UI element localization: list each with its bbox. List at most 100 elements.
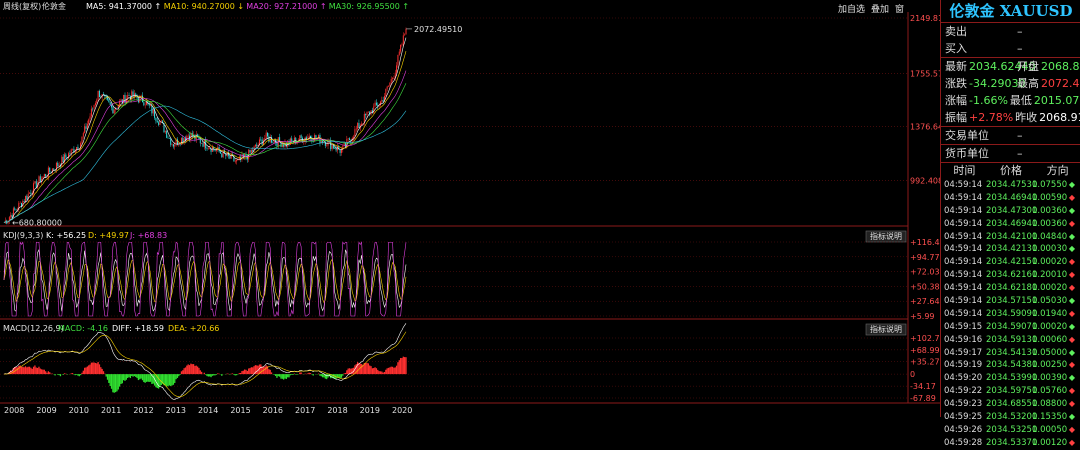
year-label-2019: 2019 <box>360 406 380 415</box>
chart-area[interactable]: 周线(复权) 伦敦金 MA5: 941.37000 ↑ MA10: 940.270… <box>0 0 940 417</box>
arrow-down-icon: ◆ <box>1068 399 1076 409</box>
trade-row: 04:59:28 2034.53370 1.00120 ◆ <box>941 437 1080 450</box>
trade-volume: 1.00390 <box>1032 373 1068 384</box>
trade-time: 04:59:17 <box>944 347 983 358</box>
trade-time: 04:59:14 <box>944 231 983 242</box>
trade-time: 04:59:28 <box>944 437 983 448</box>
add-watchlist-button[interactable]: 加自选 <box>838 2 865 15</box>
arrow-up-icon: ◆ <box>1068 373 1076 383</box>
trade-row: 04:59:14 2034.46940 1.00590 ◆ <box>941 192 1080 205</box>
quote-label: 最低 <box>1009 94 1032 107</box>
quote-label: 昨收 <box>1015 111 1038 124</box>
trade-time: 04:59:14 <box>944 270 983 281</box>
price-tick-0: 2149.811 <box>910 14 940 23</box>
macd-tick-0: +102.7 <box>910 334 940 343</box>
trade-row: 04:59:14 2034.46940 1.00360 ◆ <box>941 218 1080 231</box>
chart-toolbar: 加自选 叠加 窗 <box>838 2 904 15</box>
trade-time: 04:59:14 <box>944 257 983 268</box>
trade-price: 2034.47300 <box>986 205 1038 216</box>
x-axis-years: 2008 2009 2010 2011 2012 2013 2014 2015 2016 2017… <box>4 406 412 415</box>
trade-volume: 1.05760 <box>1032 386 1068 397</box>
kdj-plot <box>3 241 407 317</box>
trade-time: 04:59:19 <box>944 360 983 371</box>
trade-time: 04:59:14 <box>944 218 983 229</box>
trade-row: 04:59:26 2034.53250 1.00050 ◆ <box>941 424 1080 437</box>
window-button[interactable]: 窗 <box>895 2 904 15</box>
kdj-tick-1: +94.77 <box>910 253 940 262</box>
trade-row: 04:59:14 2034.59090 1.01940 ◆ <box>941 308 1080 321</box>
trades-list[interactable]: 04:59:14 2034.47530 1.07550 ◆ 04:59:14 2034.4… <box>941 179 1080 450</box>
trade-price: 2034.59130 <box>986 334 1038 345</box>
macd-indicator-button[interactable]: 指标说明 <box>865 323 907 336</box>
trade-price: 2034.46940 <box>986 192 1038 203</box>
quote-value: -34.29030 <box>969 77 1026 90</box>
quote-value: 2068.91470 <box>1039 111 1080 124</box>
trade-time: 04:59:25 <box>944 412 983 423</box>
trade-price: 2034.57150 <box>986 296 1038 307</box>
kdj-indicator-button[interactable]: 指标说明 <box>865 230 907 243</box>
trade-volume: 1.01940 <box>1032 308 1068 319</box>
quote-label: 开盘 <box>1017 60 1039 73</box>
trade-price: 2034.46940 <box>986 218 1038 229</box>
ma-legend-2: MA20: 927.21000 ↑ <box>246 2 326 11</box>
quote-grid: 最新2034.62440开盘2068.89000涨跌-34.29030最高207… <box>941 58 1080 126</box>
arrow-up-icon: ◆ <box>1068 347 1076 357</box>
year-label-2009: 2009 <box>36 406 56 415</box>
trade-row: 04:59:14 2034.42100 1.04840 ◆ <box>941 231 1080 244</box>
trade-row: 04:59:17 2034.54130 1.05000 ◆ <box>941 347 1080 360</box>
trade-time: 04:59:14 <box>944 192 983 203</box>
instrument-name: 伦敦金 <box>42 1 66 11</box>
ma-legend-1: MA10: 940.27000 ↓ <box>164 2 244 11</box>
chart-gridlines <box>0 17 908 399</box>
trade-time: 04:59:16 <box>944 334 983 345</box>
year-label-2013: 2013 <box>166 406 186 415</box>
price-tick-2: 1376.643 <box>910 122 940 131</box>
trade-time: 04:59:20 <box>944 373 983 384</box>
trade-volume: 1.00020 <box>1032 257 1068 268</box>
trade-volume: 1.00060 <box>1032 334 1068 345</box>
axis-labels: 2149.811 1755.572 1376.643 992.4085 +116.4 +9… <box>910 14 940 403</box>
year-label-2010: 2010 <box>69 406 89 415</box>
quote-value: 2068.89000 <box>1041 60 1080 73</box>
trade-volume: 1.00360 <box>1032 205 1068 216</box>
quote-value: 2072.49510 <box>1041 77 1080 90</box>
trade-price: 2034.62180 <box>986 283 1038 294</box>
arrow-down-icon: ◆ <box>1068 360 1076 370</box>
trade-time: 04:59:15 <box>944 321 983 332</box>
year-label-2017: 2017 <box>295 406 315 415</box>
quote-value: +2.78% <box>969 111 1014 124</box>
year-label-2008: 2008 <box>4 406 24 415</box>
trade-price: 2034.53370 <box>986 437 1038 448</box>
trade-row: 04:59:14 2034.57150 1.05030 ◆ <box>941 295 1080 308</box>
trade-row: 04:59:14 2034.42150 1.00020 ◆ <box>941 256 1080 269</box>
arrow-down-icon: ◆ <box>1068 270 1076 280</box>
quote-value: 2015.07930 <box>1033 94 1080 107</box>
trade-time: 04:59:14 <box>944 296 983 307</box>
trade-time: 04:59:14 <box>944 308 983 319</box>
trade-row: 04:59:19 2034.54380 1.00250 ◆ <box>941 359 1080 372</box>
macd-tick-3: 0 <box>910 370 915 379</box>
quote-row: 最新2034.62440开盘2068.89000 <box>941 58 1080 75</box>
trade-price: 2034.68550 <box>986 399 1038 410</box>
arrow-down-icon: ◆ <box>1068 218 1076 228</box>
macd-legend-2: DIFF: +18.59 <box>112 324 164 333</box>
trade-price: 2034.47530 <box>986 180 1038 190</box>
kdj-legend-1: K: +56.25 <box>46 231 86 240</box>
trade-volume: 1.00250 <box>1032 360 1068 371</box>
quote-value: 2034.62440 <box>969 60 1036 73</box>
year-label-2020: 2020 <box>392 406 412 415</box>
year-label-2015: 2015 <box>230 406 250 415</box>
arrow-up-icon: ◆ <box>1068 205 1076 215</box>
trade-volume: 1.00120 <box>1032 437 1068 448</box>
high-label: 2072.49510 <box>414 25 462 34</box>
year-label-2012: 2012 <box>133 406 153 415</box>
macd-legend: MACD(12,26,9)MACD: -4.16 DIFF: +18.59 DEA:… <box>3 324 219 333</box>
trade-row: 04:59:14 2034.47530 1.07550 ◆ <box>941 179 1080 192</box>
trade-volume: 1.00590 <box>1032 192 1068 203</box>
overlay-button[interactable]: 叠加 <box>871 2 889 15</box>
quote-label: 涨跌 <box>945 77 967 90</box>
trade-volume: 1.00020 <box>1032 321 1068 332</box>
year-label-2016: 2016 <box>263 406 283 415</box>
trade-price: 2034.59070 <box>986 321 1038 332</box>
arrow-down-icon: ◆ <box>1068 424 1076 434</box>
